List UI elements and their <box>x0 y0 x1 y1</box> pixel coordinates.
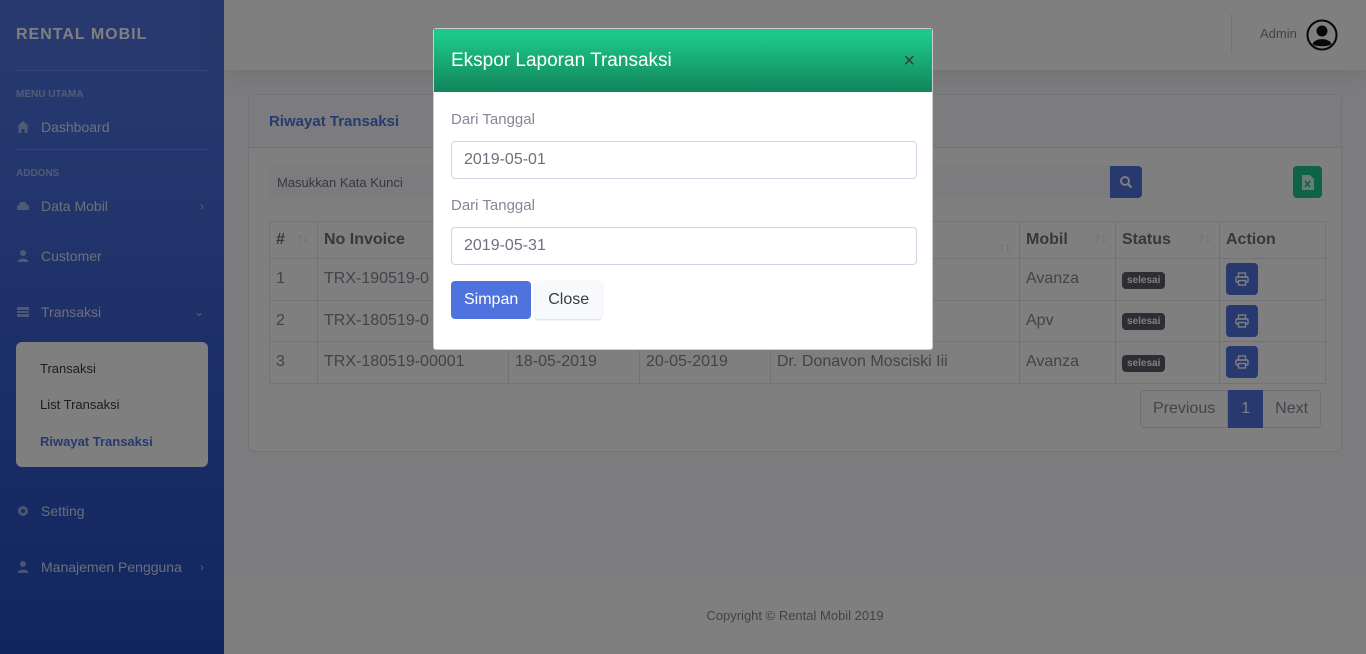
date-to-input[interactable]: 2019-05-31 <box>451 227 917 265</box>
modal-header: Ekspor Laporan Transaksi × <box>434 29 932 92</box>
close-icon[interactable]: × <box>903 51 915 71</box>
export-modal: Ekspor Laporan Transaksi × Dari Tanggal … <box>433 28 933 350</box>
date-to-label: Dari Tanggal <box>451 197 535 214</box>
date-from-label: Dari Tanggal <box>451 111 535 128</box>
close-button[interactable]: Close <box>535 281 603 319</box>
modal-buttons: Simpan Close <box>451 281 915 319</box>
modal-body: Dari Tanggal 2019-05-01 Dari Tanggal 201… <box>434 92 932 338</box>
save-button[interactable]: Simpan <box>451 281 532 319</box>
modal-title: Ekspor Laporan Transaksi <box>451 49 672 71</box>
date-from-input[interactable]: 2019-05-01 <box>451 141 917 179</box>
